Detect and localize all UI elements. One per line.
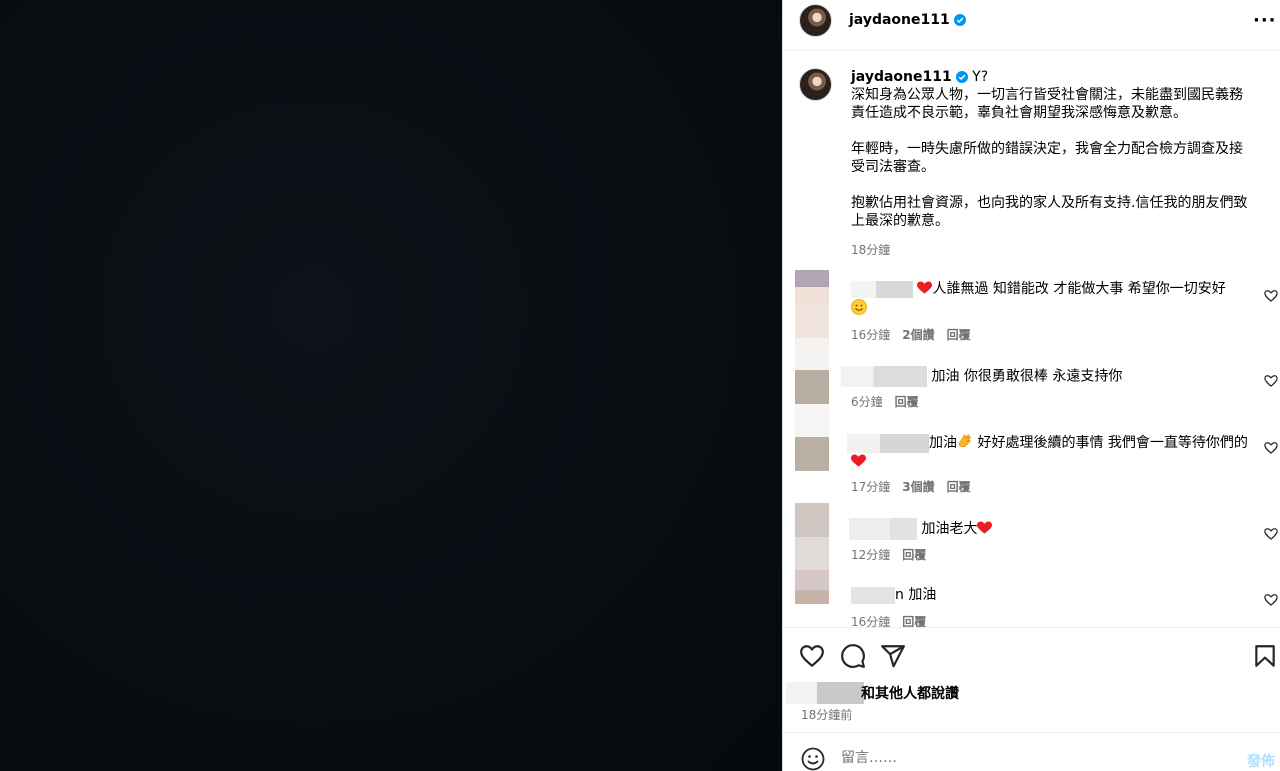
post-timestamp[interactable]: 18分鐘前 — [801, 706, 852, 723]
comment-5-text: 加油 — [908, 587, 937, 603]
comment-3-text-a: 加油 — [929, 435, 957, 451]
caption-paragraph-1: 深知身為公眾人物，一切言行皆受社會關注，未能盡到國民義務責任造成不良示範，辜負社… — [851, 87, 1243, 121]
commenter-avatar — [795, 404, 829, 438]
comment-3-meta: 17分鐘 3個讚 回覆 — [851, 478, 983, 495]
more-options-button[interactable]: ··· — [1253, 10, 1277, 31]
paper-plane-share-icon[interactable] — [880, 643, 906, 669]
red-heart-icon — [917, 281, 933, 294]
like-heart-icon[interactable] — [799, 643, 825, 669]
smiling-face-icon — [851, 299, 867, 315]
caption-username[interactable]: jaydaone111 — [851, 69, 952, 85]
commenter-username-blurred[interactable] — [851, 280, 913, 298]
comment-bubble-icon[interactable] — [840, 643, 866, 669]
commenter-avatar — [795, 537, 829, 571]
comment-5-prefix[interactable]: n — [895, 587, 904, 603]
commenter-avatar[interactable] — [795, 370, 829, 404]
post-side-panel: jaydaone111 ··· jaydaone111 Y? 深知身為公眾人物，… — [782, 0, 1280, 771]
verified-badge-icon — [953, 14, 966, 26]
author-username-text[interactable]: jaydaone111 — [849, 12, 950, 28]
comment-input[interactable] — [841, 750, 1221, 766]
caption-timestamp: 18分鐘 — [851, 243, 891, 257]
bookmark-save-icon[interactable] — [1252, 643, 1278, 669]
caption-suffix: Y? — [972, 69, 989, 85]
clapping-hands-icon — [958, 434, 971, 448]
author-username[interactable]: jaydaone111 — [849, 12, 966, 28]
post-caption: jaydaone111 Y? 深知身為公眾人物，一切言行皆受社會關注，未能盡到國… — [851, 68, 1255, 230]
likes-summary[interactable]: 和其他人都說讚 — [861, 683, 959, 703]
post-header: jaydaone111 ··· — [783, 0, 1280, 51]
comment-3-time: 17分鐘 — [851, 480, 891, 494]
comment-1-like-heart-icon[interactable] — [1264, 289, 1278, 303]
commenter-username-blurred[interactable] — [851, 586, 895, 604]
author-avatar[interactable] — [799, 4, 832, 37]
red-heart-icon — [977, 521, 993, 534]
commenter-username-blurred[interactable] — [849, 518, 917, 540]
comment-1-reply-button[interactable]: 回覆 — [947, 328, 971, 342]
comment-4-like-heart-icon[interactable] — [1264, 527, 1278, 541]
commenter-username-blurred[interactable] — [847, 433, 929, 453]
commenter-avatar[interactable] — [795, 437, 829, 471]
commenter-avatar[interactable] — [795, 270, 829, 304]
comment-2-time: 6分鐘 — [851, 395, 883, 409]
commenter-avatar[interactable] — [795, 503, 829, 537]
post-comment-button[interactable]: 發佈 — [1247, 751, 1275, 771]
comment-5: n 加油 — [851, 586, 1251, 605]
comment-1: 人誰無過 知錯能改 才能做大事 希望你一切安好 — [851, 280, 1251, 319]
comment-3-like-heart-icon[interactable] — [1264, 441, 1278, 455]
comment-1-likes[interactable]: 2個讚 — [902, 328, 934, 342]
comment-4-time: 12分鐘 — [851, 548, 891, 562]
comment-2-like-heart-icon[interactable] — [1264, 374, 1278, 388]
commenter-avatar — [795, 338, 829, 372]
comment-1-text: 人誰無過 知錯能改 才能做大事 希望你一切安好 — [932, 281, 1226, 297]
comment-2-text: 加油 你很勇敢很棒 永遠支持你 — [931, 368, 1123, 385]
comment-3-likes[interactable]: 3個讚 — [902, 480, 934, 494]
red-heart-icon — [851, 454, 866, 467]
comment-3: 加油 好好處理後續的事情 我們會一直等待你們的 — [847, 433, 1251, 472]
comment-3-reply-button[interactable]: 回覆 — [947, 480, 971, 494]
comment-4-reply-button[interactable]: 回覆 — [902, 548, 926, 562]
comment-4-text: 加油老大 — [921, 521, 978, 537]
comment-1-time: 16分鐘 — [851, 328, 891, 342]
comment-4: 加油老大 — [849, 518, 1251, 540]
comment-2-reply-button[interactable]: 回覆 — [895, 395, 919, 409]
commenter-avatar[interactable] — [795, 570, 829, 604]
caption-paragraph-3: 抱歉佔用社會資源，也向我的家人及所有支持.信任我的朋友們致上最深的歉意。 — [851, 195, 1248, 229]
comment-2: 加油 你很勇敢很棒 永遠支持你 — [841, 366, 1251, 387]
comment-2-meta: 6分鐘 回覆 — [851, 393, 931, 410]
post-media[interactable] — [0, 0, 782, 771]
caption-avatar[interactable] — [799, 68, 832, 101]
comment-3-text-b: 好好處理後續的事情 我們會一直等待你們的 — [973, 435, 1248, 451]
likes-summary-text[interactable]: 和其他人都說讚 — [861, 686, 959, 702]
comment-1-meta: 16分鐘 2個讚 回覆 — [851, 326, 983, 343]
verified-badge-icon — [955, 71, 968, 83]
commenter-username-blurred[interactable] — [841, 366, 927, 387]
comment-4-meta: 12分鐘 回覆 — [851, 546, 938, 563]
commenter-avatar — [795, 304, 829, 338]
caption-paragraph-2: 年輕時，一時失慮所做的錯誤決定，我會全力配合檢方調查及接受司法審查。 — [851, 141, 1243, 175]
comment-5-like-heart-icon[interactable] — [1264, 593, 1278, 607]
likers-blurred[interactable] — [786, 682, 864, 704]
emoji-smiley-icon[interactable] — [801, 747, 825, 771]
